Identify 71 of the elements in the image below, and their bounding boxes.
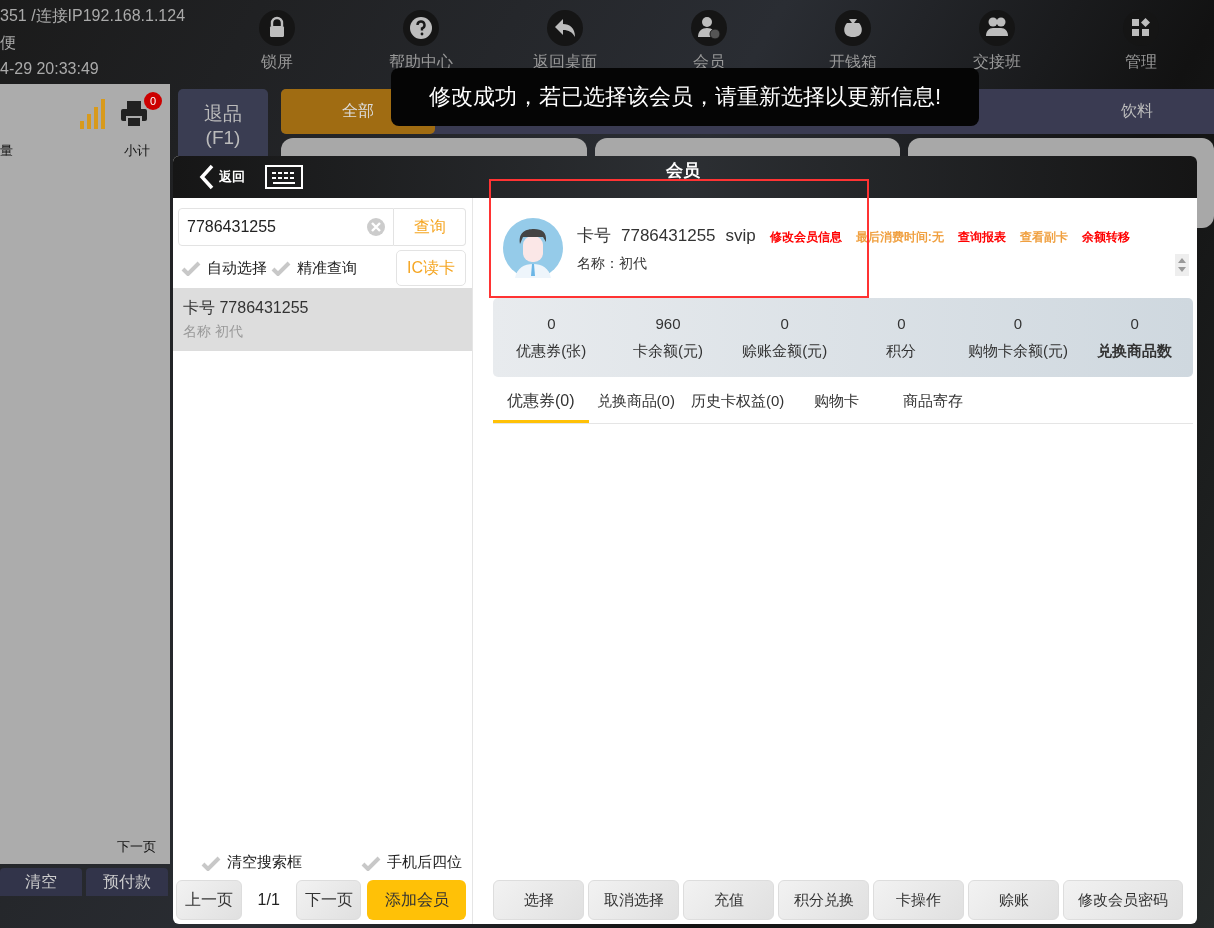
card-label: 卡号 [577,224,611,247]
action-button[interactable]: 卡操作 [873,880,964,920]
store-name: 便 [0,33,17,53]
cart-button[interactable]: 预付款 [86,868,168,896]
printer-icon[interactable] [120,100,148,128]
back-button[interactable]: 返回 [193,163,251,191]
action-button[interactable]: 赊账 [968,880,1059,920]
checkmark-icon[interactable] [271,260,291,276]
chevron-icon[interactable] [199,164,215,190]
stat-label: 优惠券(张) [516,341,587,361]
signal-icon [80,99,106,129]
member-icon[interactable] [691,10,727,46]
stat-label: 兑换商品数 [1097,341,1173,361]
category-tab[interactable]: 饮料 [1060,89,1214,134]
tab[interactable]: 优惠券(0) [493,385,589,423]
avatar-icon [503,218,563,278]
prev-page-button[interactable]: 上一页 [176,880,242,920]
stat-value: 0 [1130,314,1139,332]
next-page-button[interactable]: 下一页 [295,880,362,920]
stat-value: 0 [1013,314,1023,332]
stat-value: 0 [547,314,556,332]
stat-value: 0 [780,314,789,332]
tab[interactable]: 历史卡权益(0) [682,385,793,423]
action-button[interactable]: 充值 [683,880,774,920]
option-label[interactable]: 自动选择 [207,258,267,278]
search-field[interactable]: 7786431255 [178,208,394,246]
stat-value: 0 [897,314,906,332]
column-header: 量 [0,142,13,160]
page-indicator: 1/1 [256,891,281,909]
success-toast: 修改成功，若已选择该会员，请重新选择以更新信息! [391,68,979,126]
tab[interactable]: 购物卡 [792,385,882,423]
option-label[interactable]: 清空搜索框 [227,853,302,872]
help-icon[interactable] [403,10,439,46]
stat-value: 960 [655,314,681,332]
member-result[interactable]: 卡号 7786431255 名称 初代 [173,288,472,351]
tab[interactable]: 商品寄存 [881,385,986,423]
dialog-title: 会员 [666,160,700,182]
member-link[interactable]: 查询报表 [957,228,1006,246]
action-button[interactable]: 选择 [493,880,584,920]
stat-label: 购物卡余额(元) [968,341,1068,361]
connection-status: 351 /连接IP192.168.1.124 [0,6,187,26]
option-label[interactable]: 手机后四位 [387,853,462,872]
keyboard-icon[interactable] [265,165,303,189]
shift-icon[interactable] [979,10,1015,46]
nav-button[interactable]: 管理 [1069,0,1213,84]
member-level: svip [725,225,756,246]
checkmark-icon[interactable] [181,260,201,276]
date-time: 4-29 20:33:49 [0,60,100,78]
stat-label: 积分 [886,341,917,361]
cash-icon[interactable] [835,10,871,46]
action-button[interactable]: 积分兑换 [778,880,869,920]
lock-icon[interactable] [259,10,295,46]
tab[interactable]: 兑换商品(0) [588,385,683,423]
option-label[interactable]: 精准查询 [297,258,357,278]
checkmark-icon[interactable] [201,854,221,871]
stat-label: 赊账金额(元) [742,341,828,361]
card-number: 7786431255 [621,225,716,246]
member-link[interactable]: 余额转移 [1081,228,1130,246]
column-header: 小计 [124,142,150,160]
member-name: 名称：初代 [577,254,648,273]
add-member-button[interactable]: 添加会员 [367,880,466,920]
action-button[interactable]: 取消选择 [588,880,679,920]
member-link[interactable]: 修改会员信息 [769,228,842,246]
next-page-link[interactable]: 下一页 [117,838,156,856]
action-button[interactable]: 修改会员密码 [1063,880,1183,920]
printer-badge: 0 [144,92,162,110]
stat-label: 卡余额(元) [633,341,703,361]
nav-button[interactable]: 锁屏 [205,0,349,84]
cart-button[interactable]: 清空 [0,868,82,896]
back-icon[interactable] [547,10,583,46]
checkmark-icon[interactable] [361,854,381,871]
